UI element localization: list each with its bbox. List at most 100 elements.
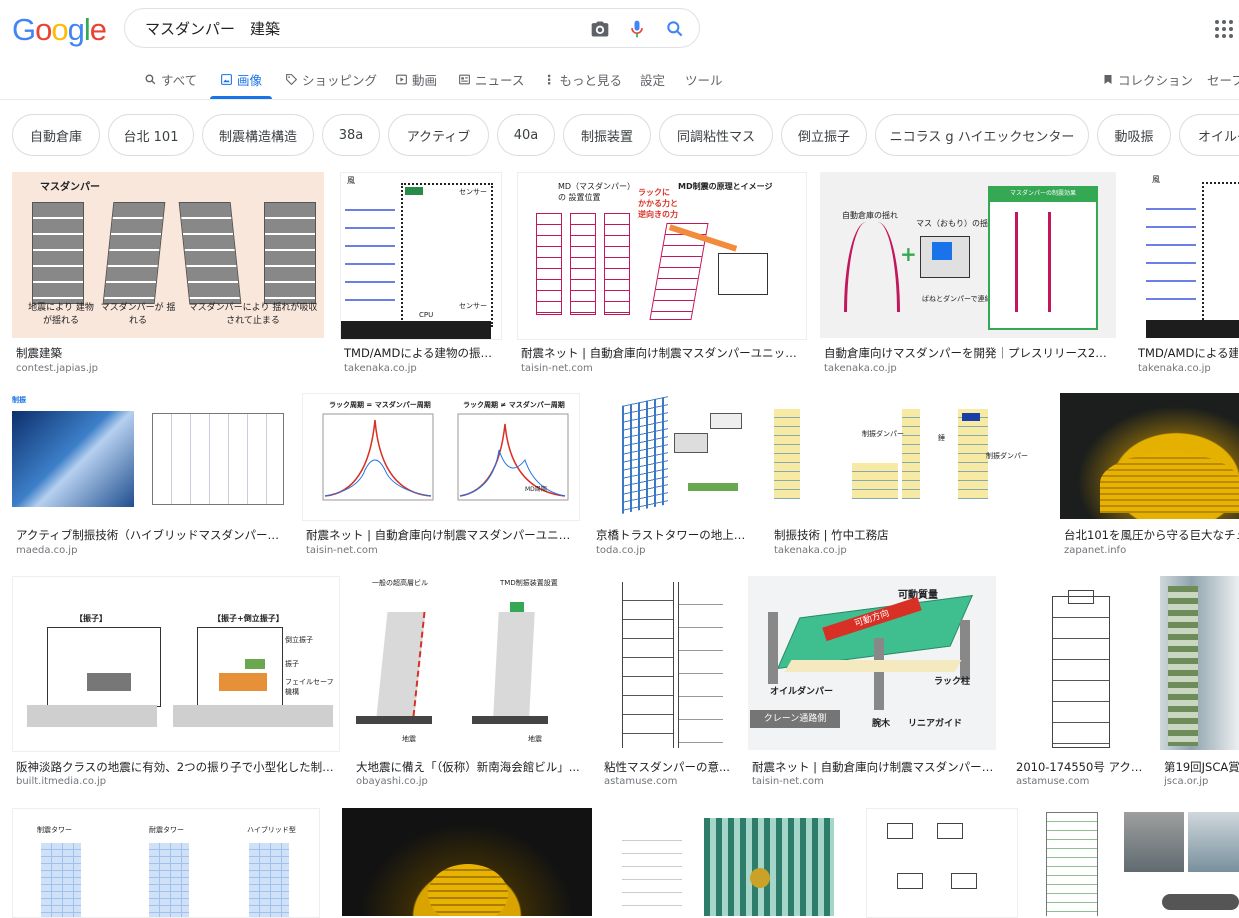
tab-images[interactable]: 画像 [220,70,262,89]
apps-grid-icon[interactable] [1215,20,1233,38]
result-thumbnail[interactable]: 自動倉庫の揺れ + マス（おもり）の揺れ ばねとダンパーで連結 マスダンパーの制… [820,172,1116,338]
image-result[interactable]: 京橋トラストタワーの地上鉄... toda.co.jp [592,393,754,558]
chip[interactable]: アクティブ [388,114,489,156]
result-caption[interactable]: アクティブ制振技術（ハイブリッドマスダンパー：... [16,527,284,543]
thumb-label: マスダンパー [40,182,100,193]
result-caption[interactable]: TMD/AMDによる建物の振動... [344,345,500,361]
result-thumbnail[interactable]: 制震タワー 耐震タワー ハイブリッド型 [12,808,320,918]
tab-shopping[interactable]: ショッピング [285,70,377,89]
image-result[interactable]: 粘性マスダンパーの意... astamuse.com [600,576,734,791]
image-result[interactable]: 制震タワー 耐震タワー ハイブリッド型 [12,808,320,918]
result-thumbnail[interactable]: 一般の超高層ビル TMD制振装置設置 地震 地震 [352,576,583,750]
news-icon [459,74,470,85]
collections-link[interactable]: コレクション [1102,70,1193,89]
result-thumbnail[interactable] [1032,808,1239,916]
result-thumbnail[interactable]: 【振子】 【振子+倒立振子】 倒立振子 振子 フェイルセーフ 機構 [12,576,340,752]
result-thumbnail[interactable]: マスダンパー 地震により 建物が揺れる マスダンパーが 揺れる マスダンパーによ… [12,172,324,338]
result-thumbnail[interactable]: 制振 [12,393,286,519]
result-caption[interactable]: 制振技術 | 竹中工務店 [774,527,1038,543]
image-result[interactable] [342,808,592,916]
chip[interactable]: 制震構造構造 [202,114,314,156]
result-thumbnail[interactable] [600,576,734,750]
image-result[interactable]: 風 TMD/AMDによる建物 takenaka.co.jp [1134,172,1239,374]
image-result[interactable]: MD（マスダンパー）の 設置位置 ラックに かかる力と 逆向きの力 MD制震の原… [517,172,807,374]
result-thumbnail[interactable]: 風 センサー センサー CPU [340,172,502,340]
chip[interactable]: 自動倉庫 [12,114,100,156]
result-thumbnail[interactable] [1012,576,1142,750]
thumb-label: 風 [347,176,355,185]
result-caption[interactable]: 京橋トラストタワーの地上鉄... [596,527,752,543]
image-result[interactable] [1032,808,1239,916]
result-thumbnail[interactable] [614,808,848,916]
rack-column [960,620,970,680]
tab-all[interactable]: すべて [144,70,197,89]
result-thumbnail[interactable]: 制振ダンパー 錘 制振ダンパー [770,393,1042,519]
image-result[interactable]: 制振ダンパー 錘 制振ダンパー 制振技術 | 竹中工務店 takenaka.co… [770,393,1042,558]
result-caption[interactable]: 阪神淡路クラスの地震に有効、2つの振り子で小型化した制震... [16,759,334,775]
search-box[interactable] [124,8,700,48]
result-caption[interactable]: 粘性マスダンパーの意... [604,759,734,775]
search-small-icon [145,74,156,85]
image-result[interactable]: 【振子】 【振子+倒立振子】 倒立振子 振子 フェイルセーフ 機構 阪神淡路クラ… [12,576,340,791]
image-result[interactable]: 第19回JSCA賞 jsca.or.jp [1160,576,1239,791]
image-result[interactable]: 自動倉庫の揺れ + マス（おもり）の揺れ ばねとダンパーで連結 マスダンパーの制… [820,172,1118,374]
chip[interactable]: 同調粘性マス [659,114,773,156]
chip[interactable]: オイルダ [1179,114,1239,156]
chip[interactable]: 倒立振子 [781,114,867,156]
result-source: maeda.co.jp [16,545,78,556]
result-caption[interactable]: TMD/AMDによる建物 [1138,345,1238,361]
result-caption[interactable]: 耐震ネット | 自動倉庫向け制震マスダンパーユニッ... [306,527,574,543]
result-caption[interactable]: 自動倉庫向けマスダンパーを開発｜プレスリリース2013... [824,345,1114,361]
result-caption[interactable]: 耐震ネット | 自動倉庫向け制震マスダンパーユニット | ... [521,345,801,361]
image-result[interactable]: 可動質量 可動方向 オイルダンパー ラック柱 リニアガイド 腕木 クレーン通路側… [748,576,996,791]
result-thumbnail[interactable] [342,808,592,916]
image-result[interactable]: 台北101を風圧から守る巨大なチュー zapanet.info [1060,393,1239,558]
result-thumbnail[interactable]: 風 [1134,172,1239,338]
result-thumbnail[interactable] [592,393,752,519]
result-caption[interactable]: 第19回JSCA賞 [1164,759,1239,775]
tab-more[interactable]: ⋮ もっと見る [543,70,622,89]
image-result[interactable]: 風 センサー センサー CPU TMD/AMDによる建物の振動... taken… [340,172,502,374]
result-caption[interactable]: 台北101を風圧から守る巨大なチュー [1064,527,1239,543]
chip[interactable]: 動吸振 [1097,114,1171,156]
image-result[interactable]: 制振 アクティブ制振技術（ハイブリッドマスダンパー：... maeda.co.j… [12,393,288,558]
result-thumbnail[interactable] [866,808,1018,918]
result-thumbnail[interactable] [1060,393,1239,519]
chip[interactable]: 制振装置 [563,114,651,156]
pendulum-mass [219,673,267,691]
block-diagram [887,823,913,839]
microphone-icon[interactable] [627,19,647,39]
camera-icon[interactable] [590,19,610,39]
result-caption[interactable]: 耐震ネット | 自動倉庫向け制震マスダンパーユ... [752,759,996,775]
ground [472,716,548,724]
tab-news[interactable]: ニュース [458,70,524,89]
tab-settings[interactable]: 設定 [640,70,665,89]
google-logo[interactable]: Google [12,12,107,48]
chip[interactable]: 40a [497,114,555,156]
result-thumbnail[interactable]: MD（マスダンパー）の 設置位置 ラックに かかる力と 逆向きの力 MD制震の原… [517,172,807,340]
chip[interactable]: 38a [322,114,380,156]
patent-drawing [678,582,723,748]
tab-tools[interactable]: ツール [685,70,723,89]
result-thumbnail[interactable]: 可動質量 可動方向 オイルダンパー ラック柱 リニアガイド 腕木 クレーン通路側 [748,576,996,750]
damper-cylinder [1162,894,1239,910]
image-result[interactable]: ラック周期 = マスダンパー周期 ラック周期 ≠ マスダンパー周期 MD周期 耐… [302,393,580,558]
result-caption[interactable]: 大地震に備え「（仮称）新南海会館ビル」... [356,759,582,775]
tab-videos[interactable]: 動画 [395,70,437,89]
chip[interactable]: ニコラス g ハイエックセンター [875,114,1089,156]
image-result[interactable]: 一般の超高層ビル TMD制振装置設置 地震 地震 大地震に備え「（仮称）新南海会… [352,576,585,791]
image-result[interactable] [614,808,848,916]
search-input[interactable] [143,18,567,38]
result-caption[interactable]: 制震建築 [16,345,316,361]
image-result[interactable]: 2010-174550号 アクテ... astamuse.com [1012,576,1144,791]
chip[interactable]: 台北 101 [108,114,194,156]
image-result[interactable] [866,808,1018,918]
thumb-label: リニアガイド [908,719,963,729]
safesearch-link[interactable]: セーフ [1207,70,1239,89]
result-caption[interactable]: 2010-174550号 アクテ... [1016,759,1144,775]
result-thumbnail[interactable]: ラック周期 = マスダンパー周期 ラック周期 ≠ マスダンパー周期 MD周期 [302,393,580,521]
search-icon[interactable] [665,19,685,39]
pendulum-mass [87,673,131,691]
result-thumbnail[interactable] [1160,576,1239,750]
image-result[interactable]: マスダンパー 地震により 建物が揺れる マスダンパーが 揺れる マスダンパーによ… [12,172,324,374]
